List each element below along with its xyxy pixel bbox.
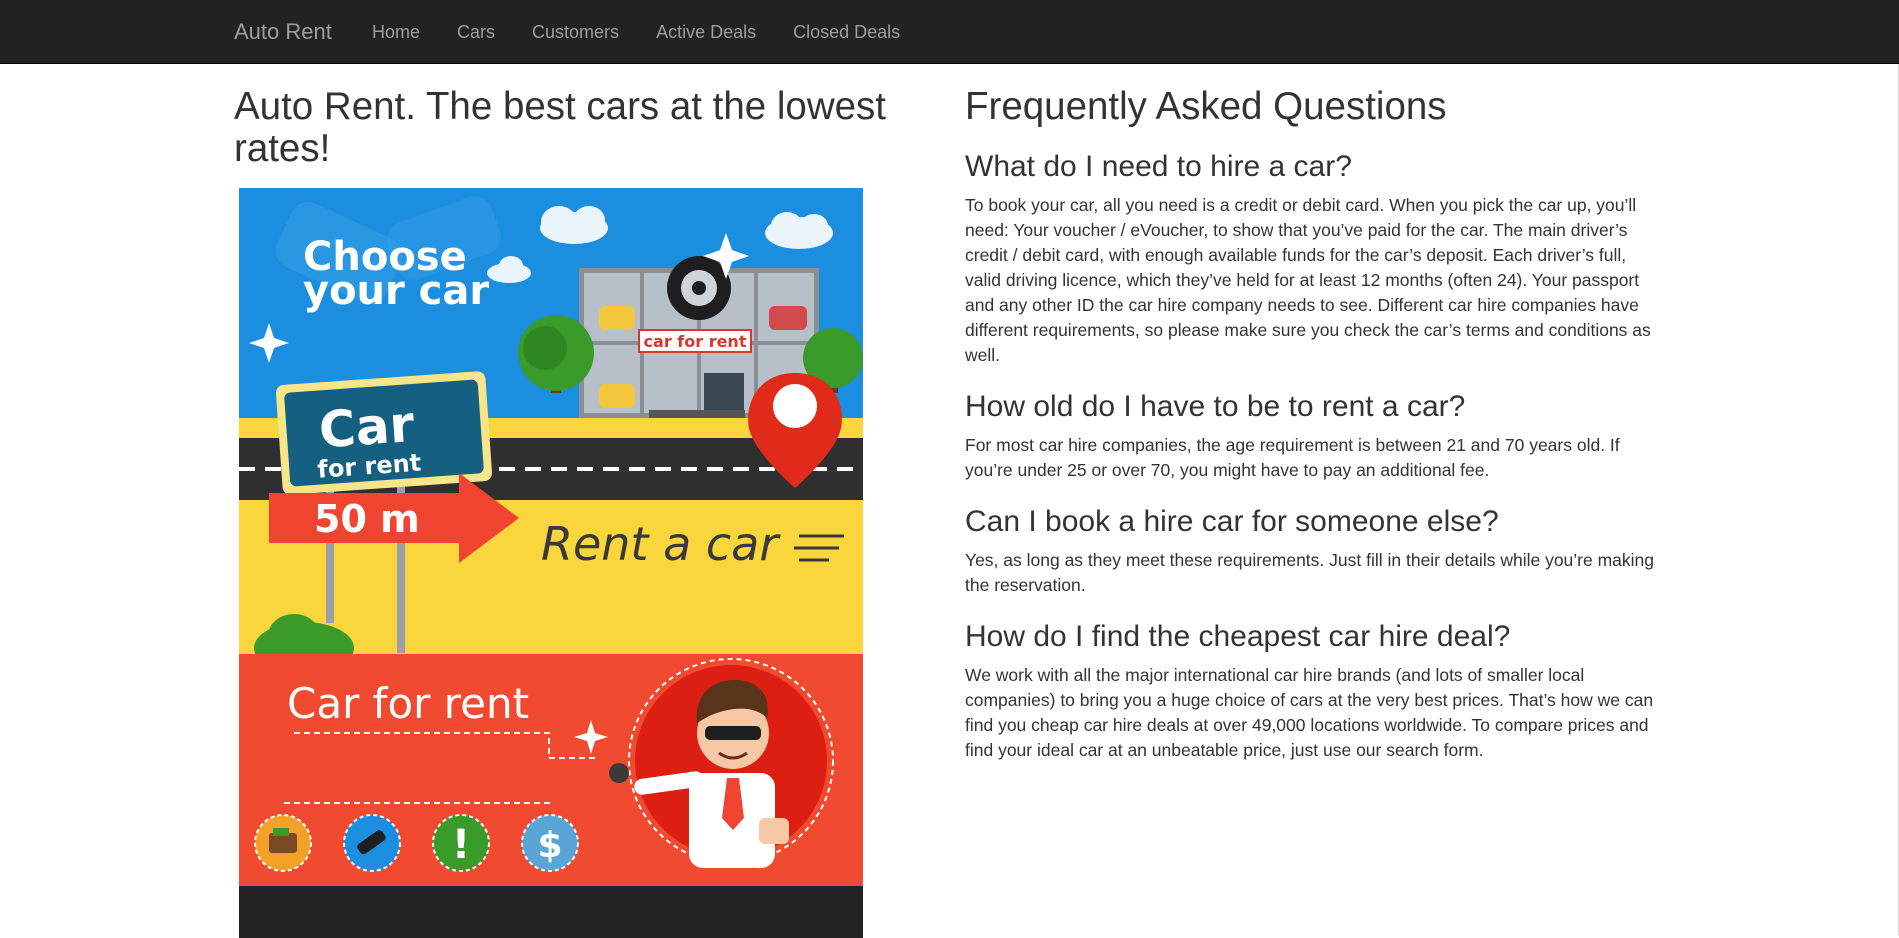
- svg-text:!: !: [452, 822, 470, 868]
- faq-question: Can I book a hire car for someone else?: [965, 505, 1499, 538]
- faq-column: Frequently Asked Questions What do I nee…: [965, 64, 1655, 763]
- dark-band: [239, 886, 863, 938]
- nav-link-cars[interactable]: Cars: [457, 0, 495, 64]
- rent-a-car-text: Rent a car: [541, 517, 781, 571]
- svg-text:$: $: [537, 825, 562, 866]
- nav-links: Home Cars Customers Active Deals Closed …: [372, 0, 937, 64]
- nav-link-customers[interactable]: Customers: [532, 0, 619, 64]
- nav-link-active-deals[interactable]: Active Deals: [656, 0, 756, 64]
- brand-link[interactable]: Auto Rent: [234, 19, 332, 45]
- dollar-icon: $: [521, 814, 579, 872]
- faq-answer: We work with all the major international…: [965, 665, 1654, 760]
- nav-link-closed-deals[interactable]: Closed Deals: [793, 0, 900, 64]
- faq-answer: Yes, as long as they meet these requirem…: [965, 550, 1655, 595]
- car-for-rent-text: Car for rent: [287, 679, 529, 728]
- faq-question: What do I need to hire a car?: [965, 150, 1352, 183]
- car-rental-poster: Choose your car car for rent Car for ren…: [239, 188, 863, 938]
- faq-answer: To book your car, all you need is a cred…: [965, 195, 1651, 365]
- faq-title: Frequently Asked Questions: [965, 85, 1447, 128]
- poster-choose-line2: your car: [303, 268, 489, 314]
- distance-text: 50 m: [314, 497, 420, 541]
- car-key-icon: [343, 814, 401, 872]
- faq-answer: For most car hire companies, the age req…: [965, 435, 1620, 480]
- faq-question: How do I find the cheapest car hire deal…: [965, 620, 1511, 653]
- top-navbar: Auto Rent Home Cars Customers Active Dea…: [0, 0, 1899, 64]
- hero-column: Auto Rent. The best cars at the lowest r…: [234, 64, 934, 938]
- faq-question: How old do I have to be to rent a car?: [965, 390, 1466, 423]
- hero-title: Auto Rent. The best cars at the lowest r…: [234, 85, 886, 170]
- wallet-icon: [254, 814, 312, 872]
- exclamation-icon: !: [432, 814, 490, 872]
- building-sign: car for rent: [644, 332, 747, 351]
- nav-link-home[interactable]: Home: [372, 0, 420, 64]
